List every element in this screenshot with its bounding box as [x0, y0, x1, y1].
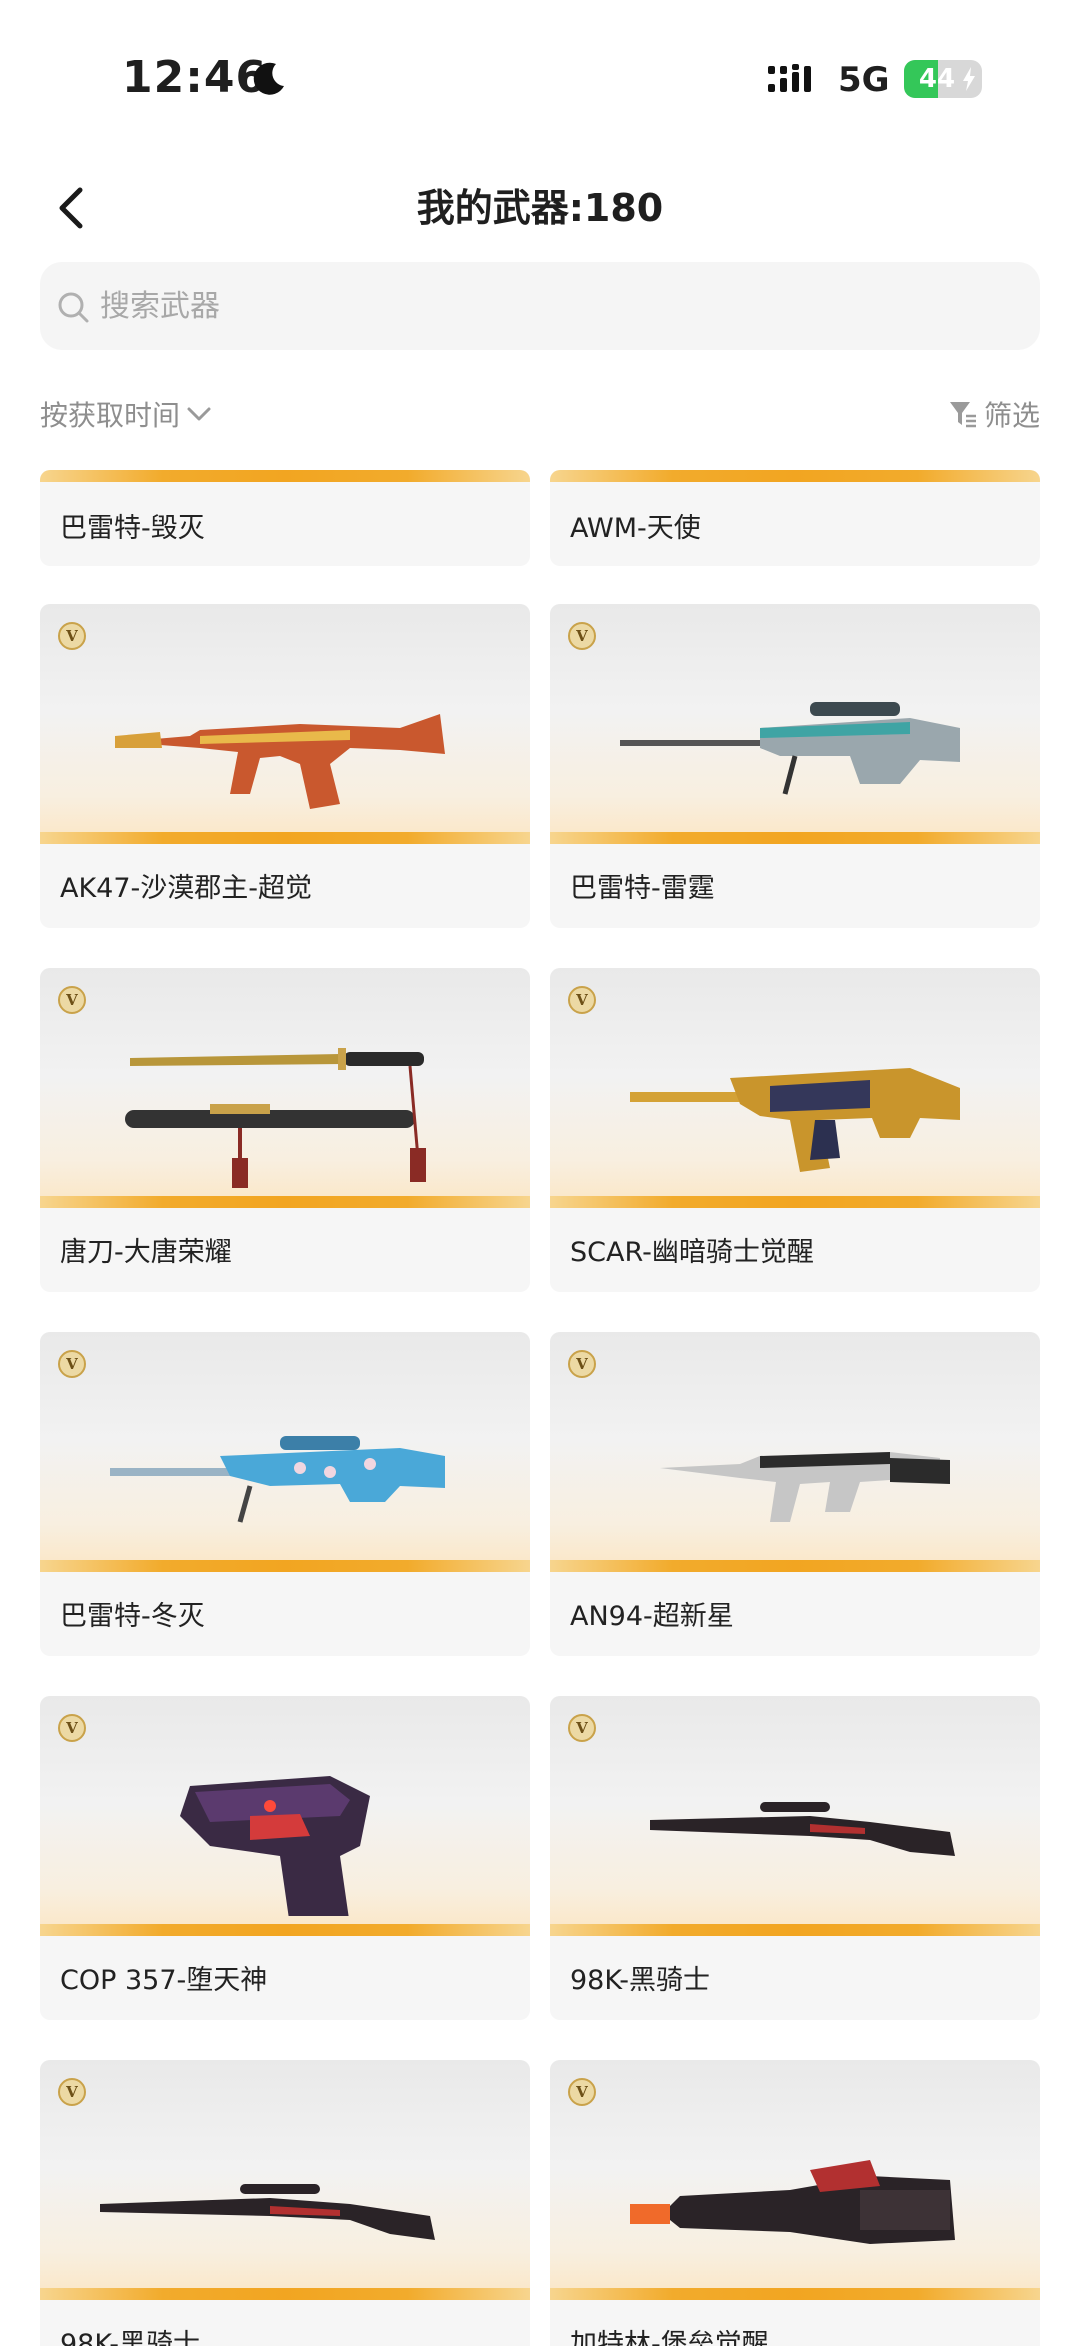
rarity-band — [40, 1560, 530, 1572]
weapon-card[interactable]: V 巴雷特-雷霆 — [550, 604, 1040, 928]
gatling-gun-icon — [630, 2160, 955, 2244]
weapon-image — [550, 968, 1040, 1208]
weapon-name: AN94-超新星 — [570, 1601, 734, 1632]
rarity-band — [550, 470, 1040, 482]
weapon-card[interactable]: 巴雷特-毁灭 — [40, 470, 530, 566]
rarity-band — [550, 1924, 1040, 1936]
moon-icon — [253, 62, 284, 95]
filter-label: 筛选 — [983, 399, 1040, 432]
vip-badge: V — [58, 1350, 86, 1378]
weapon-card[interactable]: V COP 357-堕天神 — [40, 1696, 530, 2020]
assault-rifle-icon — [630, 1068, 960, 1172]
sort-label: 按获取时间 — [40, 399, 181, 432]
network-type: 5G — [838, 60, 890, 100]
weapon-name: 98K-黑骑士 — [570, 1965, 710, 1996]
rarity-band — [550, 832, 1040, 844]
search-input[interactable] — [100, 282, 1000, 330]
weapon-card[interactable]: V 加特林-堡垒觉醒 — [550, 2060, 1040, 2346]
weapon-card[interactable]: V 98K-黑骑士 — [40, 2060, 530, 2346]
weapon-name: AK47-沙漠郡主-超觉 — [60, 873, 313, 904]
weapon-card[interactable]: V 98K-黑骑士 — [550, 1696, 1040, 2020]
status-time: 12:46 — [122, 52, 268, 103]
vip-badge: V — [568, 986, 596, 1014]
rarity-band — [40, 1196, 530, 1208]
weapon-image — [40, 968, 530, 1208]
battery-indicator: 44 — [904, 60, 982, 98]
weapon-name: 唐刀-大唐荣耀 — [60, 1237, 232, 1268]
weapon-grid: 巴雷特-毁灭 AWM-天使 V AK47-沙漠郡主-超觉 V 巴雷特-雷霆 V … — [0, 470, 1080, 2346]
rarity-band — [550, 1196, 1040, 1208]
weapon-name: SCAR-幽暗骑士觉醒 — [570, 1237, 814, 1268]
back-button[interactable] — [48, 180, 98, 236]
vip-badge: V — [58, 1714, 86, 1742]
rarity-band — [550, 2288, 1040, 2300]
rarity-band — [40, 832, 530, 844]
weapon-image — [550, 2060, 1040, 2300]
vip-badge: V — [568, 622, 596, 650]
weapon-card[interactable]: V 巴雷特-冬灭 — [40, 1332, 530, 1656]
rarity-band — [40, 2288, 530, 2300]
rarity-band — [40, 470, 530, 482]
weapon-name: COP 357-堕天神 — [60, 1965, 268, 1996]
vip-badge: V — [568, 1714, 596, 1742]
search-icon — [58, 292, 89, 323]
sniper-rifle-icon — [620, 702, 960, 795]
weapon-name: 巴雷特-毁灭 — [60, 513, 205, 544]
vip-badge: V — [58, 2078, 86, 2106]
rarity-band — [550, 1560, 1040, 1572]
assault-rifle-icon — [115, 714, 445, 809]
weapon-card[interactable]: V AK47-沙漠郡主-超觉 — [40, 604, 530, 928]
weapon-card[interactable]: V SCAR-幽暗骑士觉醒 — [550, 968, 1040, 1292]
weapon-image — [40, 1696, 530, 1936]
vip-badge: V — [568, 1350, 596, 1378]
chevron-down-icon — [187, 407, 211, 421]
status-bar: 12:46 5G 44 — [0, 0, 1080, 150]
weapon-image — [40, 1332, 530, 1572]
pistol-icon — [180, 1776, 370, 1916]
weapon-name: 98K-黑骑士 — [60, 2329, 200, 2346]
battery-percent: 44 — [918, 64, 956, 94]
weapon-image — [40, 604, 530, 844]
vip-badge: V — [568, 2078, 596, 2106]
weapon-image — [550, 604, 1040, 844]
charging-bolt-icon — [963, 67, 975, 91]
filter-icon — [949, 402, 976, 428]
weapon-image — [550, 1332, 1040, 1572]
weapon-card[interactable]: V AN94-超新星 — [550, 1332, 1040, 1656]
page-title: 我的武器:180 — [416, 186, 664, 230]
bolt-rifle-icon — [100, 2184, 435, 2240]
rarity-band — [40, 1924, 530, 1936]
assault-rifle-icon — [660, 1452, 950, 1522]
weapon-name: 巴雷特-冬灭 — [60, 1601, 205, 1632]
weapon-image — [40, 2060, 530, 2300]
bolt-rifle-icon — [650, 1802, 955, 1856]
vip-badge: V — [58, 622, 86, 650]
vip-badge: V — [58, 986, 86, 1014]
weapon-image — [550, 1696, 1040, 1936]
weapon-card[interactable]: V 唐刀-大唐荣耀 — [40, 968, 530, 1292]
filter-button[interactable]: 筛选 — [948, 392, 1040, 436]
weapon-card[interactable]: AWM-天使 — [550, 470, 1040, 566]
sort-dropdown[interactable]: 按获取时间 — [40, 392, 212, 436]
signal-icon — [768, 64, 811, 92]
sniper-rifle-icon — [110, 1436, 445, 1523]
weapon-name: 巴雷特-雷霆 — [570, 873, 715, 904]
sword-icon — [125, 1048, 426, 1188]
weapon-name: AWM-天使 — [570, 513, 701, 544]
weapon-name: 加特林-堡垒觉醒 — [570, 2329, 769, 2346]
